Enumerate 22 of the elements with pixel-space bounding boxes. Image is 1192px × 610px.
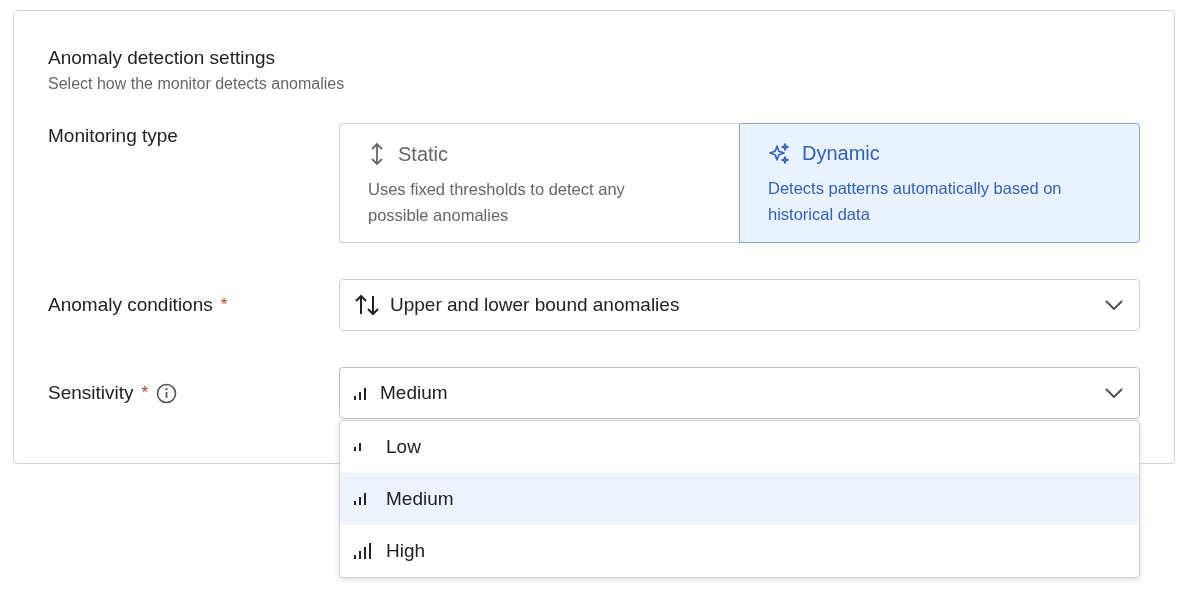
signal-bars-icon	[354, 493, 366, 505]
anomaly-conditions-select[interactable]: Upper and lower bound anomalies	[339, 279, 1140, 331]
monitoring-type-option[interactable]: Dynamic Detects patterns automatically based on historical data	[739, 123, 1140, 243]
sensitivity-select[interactable]: Medium	[339, 367, 1140, 419]
section-subtitle: Select how the monitor detects anomalies	[48, 75, 346, 93]
signal-bars-icon	[354, 543, 371, 559]
signal-bars-icon	[354, 443, 361, 451]
required-mark: *	[141, 383, 149, 403]
dropdown-option[interactable]: Medium	[340, 473, 1139, 525]
field-label: Anomaly conditions	[48, 294, 213, 316]
info-icon	[156, 382, 178, 404]
field-label: Monitoring type	[48, 125, 178, 147]
dropdown-option[interactable]: High	[340, 525, 1139, 577]
up-down-arrows-icon	[354, 294, 380, 316]
section-title: Anomaly detection settings	[48, 47, 277, 69]
chevron-down-icon	[1105, 388, 1123, 398]
up-down-arrow-icon	[368, 142, 386, 166]
sparkles-icon	[768, 142, 790, 165]
chevron-down-icon	[1105, 300, 1123, 310]
required-mark: *	[220, 295, 228, 315]
field-label: Sensitivity	[48, 382, 134, 404]
dropdown-option[interactable]: Low	[340, 421, 1139, 473]
